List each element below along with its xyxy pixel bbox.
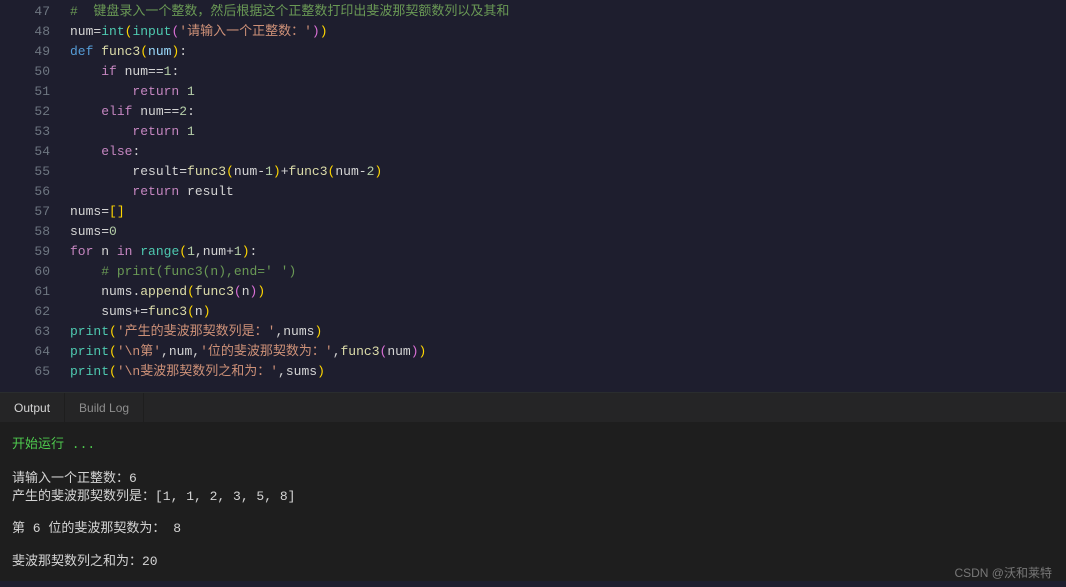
code-line[interactable]: 47# 键盘录入一个整数，然后根据这个正整数打印出斐波那契额数列以及其和 — [0, 2, 1066, 22]
tab-output[interactable]: Output — [0, 393, 65, 422]
code-line[interactable]: 53 return 1 — [0, 122, 1066, 142]
line-number: 58 — [0, 222, 70, 242]
code-content[interactable]: for n in range(1,num+1): — [70, 242, 1066, 262]
code-content[interactable]: # print(func3(n),end=' ') — [70, 262, 1066, 282]
line-number: 65 — [0, 362, 70, 382]
code-line[interactable]: 65print('\n斐波那契数列之和为：',sums) — [0, 362, 1066, 382]
code-content[interactable]: def func3(num): — [70, 42, 1066, 62]
code-line[interactable]: 51 return 1 — [0, 82, 1066, 102]
code-content[interactable]: result=func3(num-1)+func3(num-2) — [70, 162, 1066, 182]
line-number: 60 — [0, 262, 70, 282]
output-line: 请输入一个正整数：6 — [12, 470, 1054, 488]
code-line[interactable]: 52 elif num==2: — [0, 102, 1066, 122]
line-number: 53 — [0, 122, 70, 142]
line-number: 63 — [0, 322, 70, 342]
tab-build-log[interactable]: Build Log — [65, 393, 144, 422]
code-editor[interactable]: 47# 键盘录入一个整数，然后根据这个正整数打印出斐波那契额数列以及其和48nu… — [0, 0, 1066, 382]
running-message: 开始运行 ... — [12, 433, 1054, 452]
code-content[interactable]: print('产生的斐波那契数列是：',nums) — [70, 322, 1066, 342]
line-number: 61 — [0, 282, 70, 302]
line-number: 50 — [0, 62, 70, 82]
code-line[interactable]: 59for n in range(1,num+1): — [0, 242, 1066, 262]
code-content[interactable]: if num==1: — [70, 62, 1066, 82]
line-number: 57 — [0, 202, 70, 222]
code-line[interactable]: 60 # print(func3(n),end=' ') — [0, 262, 1066, 282]
code-line[interactable]: 54 else: — [0, 142, 1066, 162]
code-content[interactable]: return result — [70, 182, 1066, 202]
code-content[interactable]: print('\n第',num,'位的斐波那契数为：',func3(num)) — [70, 342, 1066, 362]
line-number: 64 — [0, 342, 70, 362]
line-number: 51 — [0, 82, 70, 102]
output-tabs: Output Build Log — [0, 393, 1066, 423]
line-number: 47 — [0, 2, 70, 22]
code-line[interactable]: 57nums=[] — [0, 202, 1066, 222]
code-line[interactable]: 63print('产生的斐波那契数列是：',nums) — [0, 322, 1066, 342]
code-line[interactable]: 49def func3(num): — [0, 42, 1066, 62]
code-line[interactable]: 64print('\n第',num,'位的斐波那契数为：',func3(num)… — [0, 342, 1066, 362]
output-line: 第 6 位的斐波那契数为： 8 — [12, 520, 1054, 538]
code-line[interactable]: 48num=int(input('请输入一个正整数：')) — [0, 22, 1066, 42]
code-content[interactable]: print('\n斐波那契数列之和为：',sums) — [70, 362, 1066, 382]
line-number: 49 — [0, 42, 70, 62]
code-content[interactable]: # 键盘录入一个整数，然后根据这个正整数打印出斐波那契额数列以及其和 — [70, 2, 1066, 22]
code-content[interactable]: return 1 — [70, 82, 1066, 102]
line-number: 62 — [0, 302, 70, 322]
code-content[interactable]: num=int(input('请输入一个正整数：')) — [70, 22, 1066, 42]
code-line[interactable]: 55 result=func3(num-1)+func3(num-2) — [0, 162, 1066, 182]
code-content[interactable]: elif num==2: — [70, 102, 1066, 122]
output-line: 产生的斐波那契数列是：[1, 1, 2, 3, 5, 8] — [12, 488, 1054, 506]
code-line[interactable]: 50 if num==1: — [0, 62, 1066, 82]
output-panel: 开始运行 ... 请输入一个正整数：6 产生的斐波那契数列是：[1, 1, 2,… — [0, 423, 1066, 581]
code-line[interactable]: 61 nums.append(func3(n)) — [0, 282, 1066, 302]
code-line[interactable]: 56 return result — [0, 182, 1066, 202]
code-content[interactable]: sums+=func3(n) — [70, 302, 1066, 322]
line-number: 52 — [0, 102, 70, 122]
code-content[interactable]: sums=0 — [70, 222, 1066, 242]
output-line: 斐波那契数列之和为：20 — [12, 553, 1054, 571]
line-number: 56 — [0, 182, 70, 202]
code-line[interactable]: 58sums=0 — [0, 222, 1066, 242]
line-number: 48 — [0, 22, 70, 42]
code-content[interactable]: else: — [70, 142, 1066, 162]
line-number: 54 — [0, 142, 70, 162]
line-number: 55 — [0, 162, 70, 182]
code-line[interactable]: 62 sums+=func3(n) — [0, 302, 1066, 322]
line-number: 59 — [0, 242, 70, 262]
code-content[interactable]: nums.append(func3(n)) — [70, 282, 1066, 302]
watermark: CSDN @沃和莱特 — [954, 564, 1052, 581]
code-content[interactable]: return 1 — [70, 122, 1066, 142]
code-content[interactable]: nums=[] — [70, 202, 1066, 222]
